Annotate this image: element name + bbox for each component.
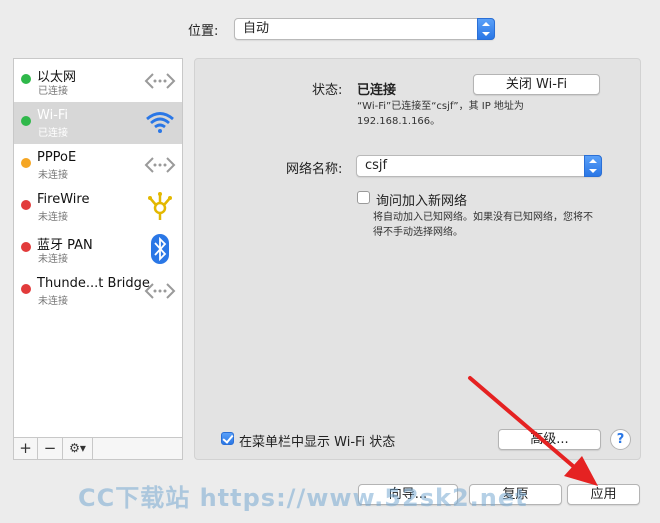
service-status: 未连接 [38,296,68,307]
status-label: 状态: [312,83,343,98]
watermark: CC下载站 https://www.52sk2.net [78,484,528,512]
ask-join-description-line1: 将自动加入已知网络。如果没有已知网络，您将不 [373,212,593,223]
status-description-line1: “Wi-Fi”已连接至“csjf”，其 IP 地址为 [357,101,524,112]
show-menubar-checkbox[interactable] [221,432,234,445]
help-button[interactable]: ? [610,429,631,450]
status-dot [21,74,31,84]
red-arrow-annotation [468,376,598,486]
wifi-icon [146,112,174,133]
add-service-button[interactable]: + [14,438,38,459]
gear-menu-button[interactable]: ⚙▾ [63,438,93,459]
network-name-value: csjf [365,158,388,173]
status-dot [21,116,31,126]
status-dot [21,158,31,168]
network-name-label: 网络名称: [286,162,343,177]
service-name: Thunde...t Bridge [37,276,150,291]
ethernet-icon [144,73,176,89]
network-name-popup[interactable]: csjf [356,155,602,177]
ask-join-description-line2: 得不手动选择网络。 [373,227,463,238]
ethernet-icon [144,157,176,173]
service-item-pppoe[interactable]: PPPoE 未连接 [14,144,182,186]
service-item-thunderbolt-bridge[interactable]: Thunde...t Bridge 未连接 [14,270,182,312]
status-dot [21,284,31,294]
service-item-firewire[interactable]: FireWire 未连接 [14,186,182,228]
status-description-line2: 192.168.1.166。 [357,116,441,127]
firewire-icon [148,192,172,220]
service-status: 未连接 [38,254,68,265]
service-status: 已连接 [38,86,68,97]
ask-join-label: 询问加入新网络 [376,194,468,209]
bluetooth-icon [151,234,169,264]
service-name: Wi-Fi [37,108,69,123]
show-menubar-label: 在菜单栏中显示 Wi-Fi 状态 [239,435,396,450]
status-dot [21,242,31,252]
ask-join-checkbox[interactable] [357,191,370,204]
turn-off-wifi-button[interactable]: 关闭 Wi-Fi [473,74,600,95]
location-value: 自动 [243,21,270,36]
ethernet-icon [144,283,176,299]
status-dot [21,200,31,210]
service-list-toolbar: + − ⚙▾ [13,438,183,460]
service-item-ethernet[interactable]: 以太网 已连接 [14,60,182,102]
service-name: FireWire [37,192,90,207]
location-popup[interactable]: 自动 [234,18,495,40]
location-label: 位置: [188,24,219,39]
remove-service-button[interactable]: − [38,438,63,459]
popup-stepper-icon [584,155,602,177]
service-status: 未连接 [38,170,68,181]
popup-stepper-icon [477,18,495,40]
service-item-bluetooth-pan[interactable]: 蓝牙 PAN 未连接 [14,228,182,270]
service-item-wifi[interactable]: Wi-Fi 已连接 [14,102,182,144]
service-status: 已连接 [38,128,68,139]
service-status: 未连接 [38,212,68,223]
service-name: PPPoE [37,150,77,165]
service-list: 以太网 已连接 Wi-Fi 已连接 PPPoE 未连接 FireWire 未连接… [13,58,183,438]
status-value: 已连接 [357,83,397,98]
